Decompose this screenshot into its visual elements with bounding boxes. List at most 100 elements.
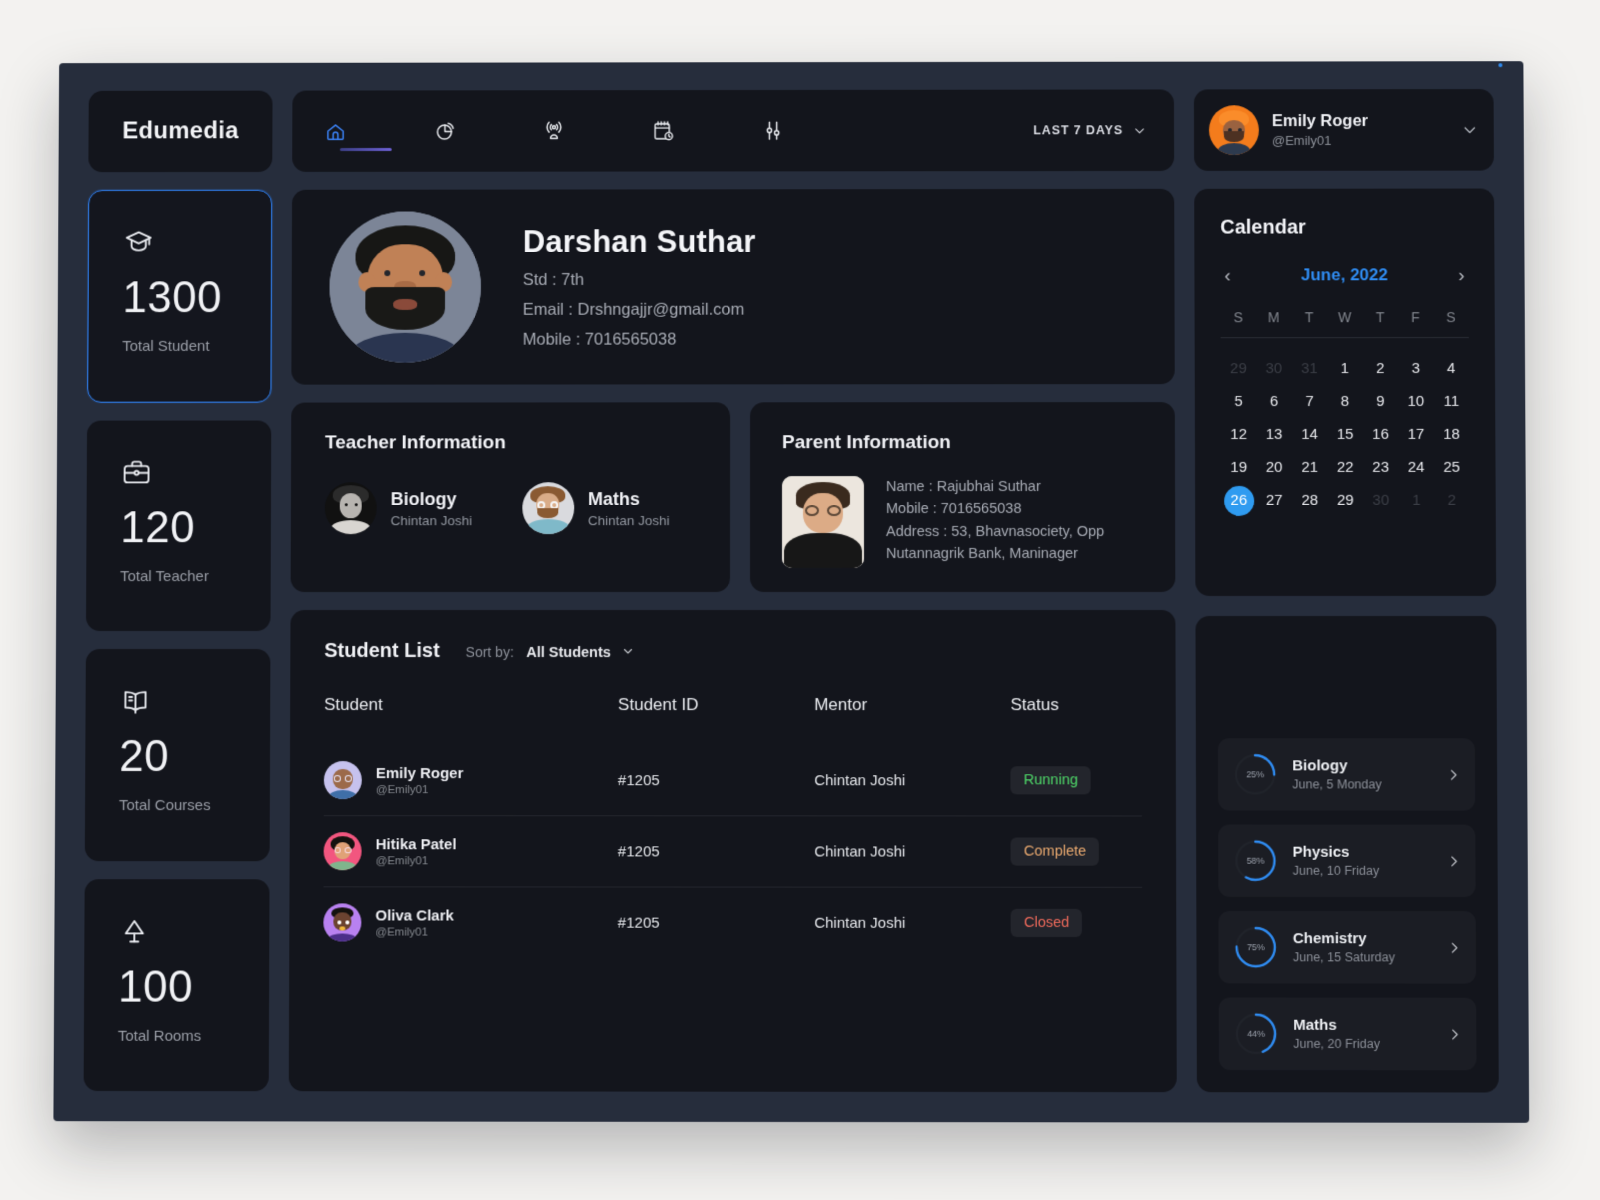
calendar-day[interactable]: 6 <box>1256 385 1292 418</box>
home-icon <box>324 120 347 143</box>
dashboard-tilt-wrapper: Edumedia LAST 7 DAYS Emily Roger @Emily0… <box>53 61 1530 1123</box>
calendar-day[interactable]: 7 <box>1292 385 1328 418</box>
cell-mentor: Chintan Joshi <box>814 887 1011 959</box>
calendar-day[interactable]: 18 <box>1434 418 1470 451</box>
stat-card-total-rooms[interactable]: 100 Total Rooms <box>83 878 270 1092</box>
avatar <box>323 832 362 871</box>
calendar-day[interactable]: 19 <box>1221 451 1257 484</box>
calendar-day[interactable]: 16 <box>1363 418 1399 451</box>
brand-dot <box>1498 63 1503 68</box>
calendar-day[interactable]: 20 <box>1256 451 1292 484</box>
chevron-down-icon[interactable] <box>1462 122 1478 138</box>
chevron-right-icon[interactable] <box>1447 940 1462 955</box>
subject-item[interactable]: 58% Physics June, 10 Friday <box>1218 824 1476 898</box>
calendar-day[interactable]: 8 <box>1327 385 1363 418</box>
calendar-day[interactable]: 14 <box>1292 418 1328 451</box>
calendar-day[interactable]: 11 <box>1434 385 1470 418</box>
teacher-name: Chintan Joshi <box>390 512 473 528</box>
user-profile-menu[interactable]: Emily Roger @Emily01 <box>1193 89 1494 171</box>
subject-item[interactable]: 25% Biology June, 5 Monday <box>1217 738 1476 811</box>
student-meta: Emily Roger @Emily01 <box>376 765 464 796</box>
calendar-day[interactable]: 21 <box>1292 451 1328 484</box>
stat-card-total-student[interactable]: 1300 Total Student <box>87 189 273 403</box>
teacher-information-card: Teacher Information Biology Chintan Josh… <box>290 402 731 593</box>
calendar-day[interactable]: 13 <box>1256 418 1292 451</box>
sort-control[interactable]: Sort by: All Students <box>466 644 635 662</box>
teacher-name: Chintan Joshi <box>588 512 670 528</box>
calendar-day[interactable]: 28 <box>1292 484 1328 517</box>
profile-email: Email : Drshngajjr@gmail.com <box>522 300 745 319</box>
calendar-day[interactable]: 30 <box>1256 352 1292 385</box>
nav-schedule-button[interactable] <box>647 114 681 148</box>
student-list-card: Student List Sort by: All Students Stude… <box>288 609 1177 1093</box>
teacher-item[interactable]: Maths Chintan Joshi <box>522 482 670 535</box>
chevron-down-icon[interactable] <box>622 645 634 657</box>
progress-percent: 75% <box>1246 942 1265 953</box>
calendar-day[interactable]: 10 <box>1398 385 1434 418</box>
chevron-right-icon[interactable] <box>1446 853 1461 868</box>
chevron-right-icon[interactable] <box>1446 767 1461 782</box>
nav-broadcast-button[interactable] <box>537 114 571 148</box>
subject-date: June, 15 Saturday <box>1292 950 1395 965</box>
calendar-day[interactable]: 4 <box>1433 352 1469 385</box>
progress-ring: 44% <box>1233 1011 1279 1057</box>
column-header-student: Student <box>324 695 383 715</box>
nav-home-button[interactable] <box>318 114 392 152</box>
student-profile-card: Darshan Suthar Std : 7th Email : Drshnga… <box>291 188 1175 385</box>
calendar-day[interactable]: 3 <box>1398 352 1434 385</box>
parent-mobile: Mobile : 7016565038 <box>885 501 1022 518</box>
date-range-selector[interactable]: LAST 7 DAYS <box>1033 123 1146 137</box>
calendar-day[interactable]: 24 <box>1398 451 1434 484</box>
calendar-dow: S <box>1233 309 1243 326</box>
stat-card-total-courses[interactable]: 20 Total Courses <box>84 648 271 861</box>
calendar-day[interactable]: 27 <box>1257 484 1293 517</box>
status-badge: Running <box>1010 766 1091 795</box>
sort-value[interactable]: All Students <box>526 645 611 661</box>
calendar-day[interactable]: 1 <box>1399 484 1435 517</box>
table-row[interactable]: Oliva Clark @Emily01 #1205 Chintan Joshi… <box>323 886 1143 959</box>
profile-mobile: Mobile : 7016565038 <box>522 330 677 349</box>
cell-student-id: #1205 <box>617 815 815 888</box>
calendar-day[interactable]: 31 <box>1292 352 1328 385</box>
nav-analytics-button[interactable] <box>428 114 462 148</box>
calendar-day[interactable]: 17 <box>1398 418 1434 451</box>
calendar-day[interactable]: 9 <box>1363 385 1399 418</box>
parent-details: Name : Rajubhai Suthar Mobile : 70165650… <box>886 476 1104 568</box>
section-title: Parent Information <box>782 432 951 454</box>
teacher-list: Biology Chintan Joshi Maths Chintan Josh… <box>324 482 696 535</box>
brand-logo[interactable]: Edumedia <box>88 63 1503 173</box>
column-header-student-id: Student ID <box>618 695 699 715</box>
chevron-right-icon[interactable] <box>1447 1026 1462 1041</box>
chevron-right-icon[interactable]: › <box>1458 265 1464 286</box>
calendar-day[interactable]: 25 <box>1434 451 1470 484</box>
progress-ring: 75% <box>1233 924 1279 970</box>
calendar-card: Calendar ‹ June, 2022 › S M T W T F S 29… <box>1194 188 1497 596</box>
stat-card-total-teacher[interactable]: 120 Total Teacher <box>85 420 272 632</box>
calendar-day[interactable]: 22 <box>1327 451 1363 484</box>
subject-name: Chemistry <box>1292 930 1367 948</box>
table-row[interactable]: Hitika Patel @Emily01 #1205 Chintan Josh… <box>323 815 1143 888</box>
teacher-item[interactable]: Biology Chintan Joshi <box>324 482 473 535</box>
avatar <box>323 903 362 942</box>
calendar-day[interactable]: 15 <box>1327 418 1363 451</box>
table-row[interactable]: Emily Roger @Emily01 #1205 Chintan Joshi… <box>323 745 1142 816</box>
user-name: Emily Roger <box>1271 112 1369 131</box>
calendar-day[interactable]: 29 <box>1328 484 1364 517</box>
chevron-left-icon[interactable]: ‹ <box>1224 265 1230 286</box>
date-range-label: LAST 7 DAYS <box>1033 123 1124 138</box>
subject-item[interactable]: 44% Maths June, 20 Friday <box>1218 997 1477 1071</box>
subject-item[interactable]: 75% Chemistry June, 15 Saturday <box>1218 910 1477 984</box>
calendar-day[interactable]: 1 <box>1327 352 1363 385</box>
calendar-day[interactable]: 12 <box>1221 418 1257 451</box>
calendar-day-selected[interactable]: 26 <box>1221 484 1257 517</box>
calendar-day[interactable]: 2 <box>1434 484 1470 517</box>
calendar-day[interactable]: 5 <box>1221 385 1257 418</box>
profile-details: Darshan Suthar Std : 7th Email : Drshnga… <box>523 224 756 350</box>
calendar-day[interactable]: 30 <box>1363 484 1399 517</box>
calendar-day[interactable]: 23 <box>1363 451 1399 484</box>
calendar-day[interactable]: 29 <box>1221 352 1257 385</box>
cell-mentor: Chintan Joshi <box>814 815 1011 888</box>
calendar-day[interactable]: 2 <box>1362 352 1398 385</box>
nav-settings-button[interactable] <box>756 114 790 148</box>
stat-value: 20 <box>119 731 170 782</box>
